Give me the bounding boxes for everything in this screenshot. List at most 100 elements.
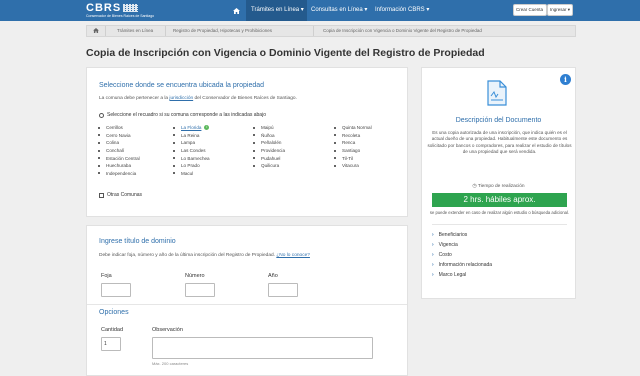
page-title: Copia de Inscripción con Vigencia o Domi… (86, 47, 485, 59)
breadcrumb-separator (313, 26, 314, 36)
foja-label: Foja (101, 273, 112, 279)
otras-comunas-checkbox[interactable]: Otras Comunas (99, 192, 142, 198)
comuna-item: Las Condes (173, 147, 243, 155)
comuna-item: Pudahuel (253, 154, 323, 162)
comuna-item: Ñuñoa (253, 132, 323, 140)
descripcion-title: Descripción del Documento (455, 117, 542, 124)
desc-text: La comuna debe pertenecer a la (99, 96, 169, 101)
ingresar-button[interactable]: Ingresar ▾ (547, 4, 573, 16)
link-costo[interactable]: › Costo (432, 250, 492, 260)
tiempo-note: se puede extender en caso de realizar al… (429, 210, 570, 215)
breadcrumb-item[interactable]: Registro de Propiedad, Hipotecas y Prohi… (173, 26, 272, 36)
comuna-item: Peñalolén (253, 139, 323, 147)
comuna-item: Quilicura (253, 162, 323, 170)
comuna-item: Lo Barnechea (173, 154, 243, 162)
cbrs-logo[interactable]: CBRS Conservador de Bienes Raíces de San… (86, 2, 156, 19)
link-vigencia[interactable]: › Vigencia (432, 240, 492, 250)
comuna-item: Santiago (334, 147, 404, 155)
home-icon[interactable] (93, 28, 99, 33)
no-lo-conoce-link[interactable]: ¿No lo conoce? (276, 253, 310, 258)
anio-label: Año (268, 273, 278, 279)
otras-comunas-label: Otras Comunas (107, 192, 143, 198)
comunas-column: La Florida i La Reina Lampa Las Condes Lo… (173, 124, 243, 177)
descripcion-documento-panel: i Descripción del Documento Es una copia… (421, 67, 576, 299)
comunas-column: Quinta Normal Recoleta Renca Santiago Ti… (334, 124, 404, 170)
comuna-item: Til-Til (334, 154, 404, 162)
chevron-right-icon: › (432, 262, 434, 268)
crear-cuenta-button[interactable]: Crear Cuenta (513, 4, 547, 16)
chevron-right-icon: › (432, 272, 434, 278)
comuna-item-la-florida[interactable]: La Florida i (173, 124, 243, 132)
comuna-item: Macul (173, 170, 243, 178)
foja-input[interactable] (101, 283, 131, 297)
desc-text: del Conservador de Bienes Raíces de Sant… (194, 96, 297, 101)
document-icon (487, 80, 507, 106)
observacion-label: Observación (152, 327, 183, 333)
cantidad-input[interactable]: 1 (101, 337, 121, 351)
comuna-item: Providencia (253, 147, 323, 155)
breadcrumb-current: Copia de Inscripción con Vigencia o Domi… (323, 28, 482, 33)
comuna-item: Independencia (98, 170, 168, 178)
comuna-item: Cerro Navia (98, 132, 168, 140)
max-caracteres-hint: Máx. 200 caracteres (152, 361, 189, 366)
ubicacion-panel: Seleccione donde se encuentra ubicada la… (86, 67, 408, 217)
numero-label: Número (185, 273, 205, 279)
ubicacion-description: La comuna debe pertenecer a la jurisdicc… (99, 96, 297, 101)
titulo-description: Debe indicar foja, número y año de la úl… (99, 253, 310, 258)
home-nav-button[interactable] (226, 0, 246, 21)
comuna-radio[interactable]: Seleccione el recuadro si su comuna corr… (99, 112, 266, 118)
clock-icon: ◷ (472, 184, 477, 189)
chevron-right-icon: › (432, 232, 434, 238)
logo-mark-icon (123, 4, 138, 12)
comuna-item: Lo Prado (173, 162, 243, 170)
breadcrumb-separator (165, 26, 166, 36)
comunas-column: Cerrillos Cerro Navia Colina Conchalí Es… (98, 124, 168, 177)
anio-input[interactable] (268, 283, 298, 297)
checkbox-icon[interactable] (99, 192, 104, 198)
radio-label: Seleccione el recuadro si su comuna corr… (107, 112, 266, 118)
observacion-textarea[interactable] (152, 337, 373, 359)
comuna-item: Huechuraba (98, 162, 168, 170)
jurisdiccion-link[interactable]: jurisdicción (169, 96, 193, 101)
chevron-right-icon: › (432, 242, 434, 248)
logo-text: CBRS (86, 2, 122, 14)
logo-subtitle: Conservador de Bienes Raíces de Santiago (86, 14, 155, 18)
tiempo-label: ◷ Tiempo de realización (422, 184, 575, 189)
documento-links: › Beneficiarios › Vigencia › Costo › Informa… (432, 230, 492, 280)
nav-consultas-tab[interactable]: Consultas en Línea ▾ (311, 0, 367, 21)
link-beneficiarios[interactable]: › Beneficiarios (432, 230, 492, 240)
nav-tramites-tab[interactable]: Trámites en Línea ▾ (246, 0, 307, 21)
breadcrumb-item[interactable]: Trámites en Línea (117, 26, 153, 36)
top-navbar: CBRS Conservador de Bienes Raíces de San… (0, 0, 640, 21)
link-marco-legal[interactable]: › Marco Legal (432, 270, 492, 280)
comuna-item: Colina (98, 139, 168, 147)
info-icon[interactable]: i (560, 74, 571, 85)
home-icon (232, 7, 240, 14)
comunas-column: Maipú Ñuñoa Peñalolén Providencia Pudahu… (253, 124, 323, 170)
radio-icon[interactable] (99, 112, 104, 118)
numero-input[interactable] (185, 283, 215, 297)
cantidad-value: 1 (104, 341, 107, 347)
divider (87, 304, 407, 305)
comuna-item: Quinta Normal (334, 124, 404, 132)
opciones-title: Opciones (99, 309, 129, 316)
tiempo-badge: 2 hrs. hábiles aprox. (432, 193, 567, 207)
link-informacion-relacionada[interactable]: › Información relacionada (432, 260, 492, 270)
comuna-item: Vitacura (334, 162, 404, 170)
comuna-item: La Reina (173, 132, 243, 140)
descripcion-body: Es una copia autorizada de una inscripci… (427, 130, 572, 155)
titulo-title: Ingrese título de dominio (99, 238, 176, 245)
comuna-item: Conchalí (98, 147, 168, 155)
comuna-item: Lampa (173, 139, 243, 147)
cantidad-label: Cantidad (101, 327, 124, 333)
tiempo-label-text: Tiempo de realización (477, 184, 525, 189)
desc-text: Debe indicar foja, número y año de la úl… (99, 253, 275, 258)
nav-informacion-tab[interactable]: Información CBRS ▾ (375, 0, 429, 21)
nav-tramites-label: Trámites en Línea ▾ (251, 7, 304, 13)
breadcrumb: Trámites en Línea Registro de Propiedad,… (86, 25, 576, 37)
info-icon[interactable]: i (204, 125, 210, 131)
comuna-item: Cerrillos (98, 124, 168, 132)
comuna-item: Renca (334, 139, 404, 147)
titulo-panel: Ingrese título de dominio Debe indicar f… (86, 225, 408, 376)
divider (432, 224, 567, 225)
